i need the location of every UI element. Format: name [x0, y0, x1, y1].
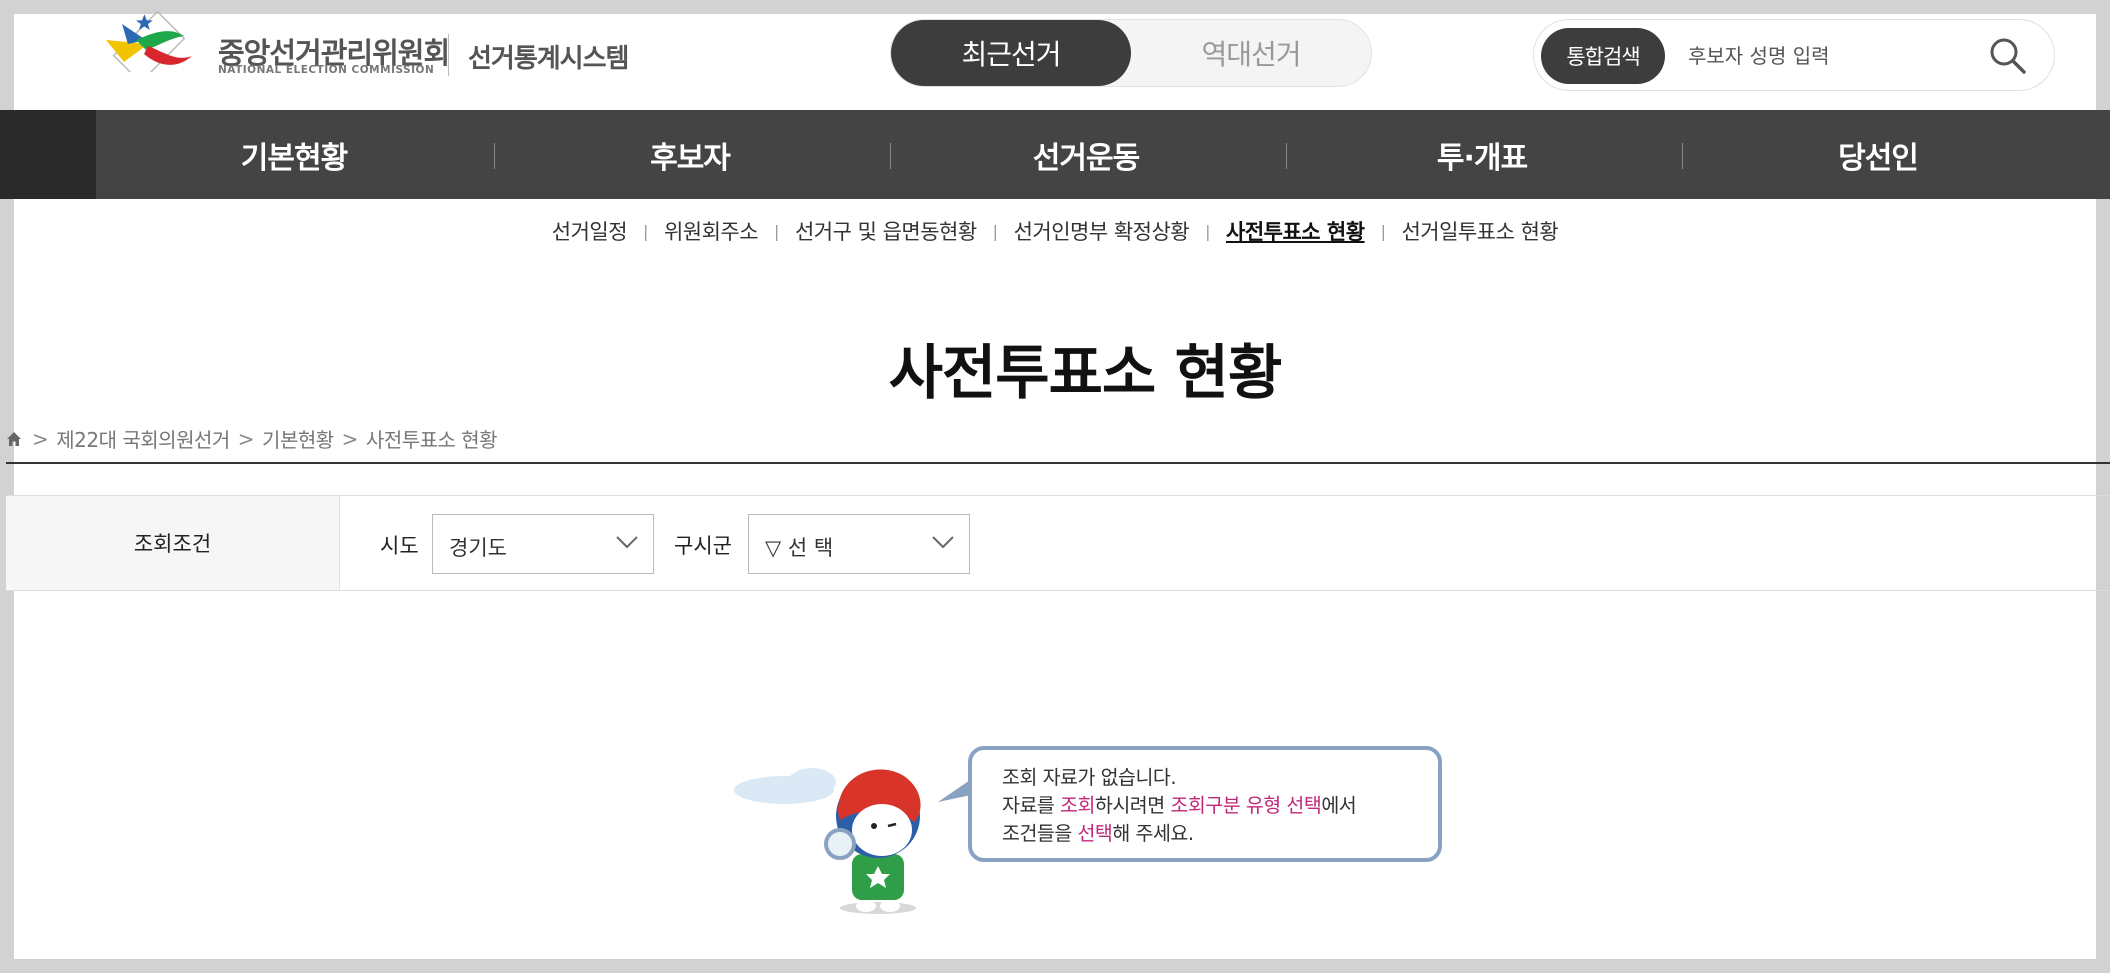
sido-select[interactable]: 경기도 — [432, 514, 654, 574]
submenu-separator: | — [1380, 221, 1386, 241]
org-name-en: NATIONAL ELECTION COMMISSION — [218, 64, 435, 76]
submenu-item-voter-registry[interactable]: 선거인명부 확정상황 — [1014, 216, 1190, 246]
election-period-toggle: 최근선거 역대선거 — [890, 19, 1372, 87]
message-text: 조건들을 — [1002, 822, 1078, 845]
search-conditions: 조회조건 시도 경기도 구시군 ▽ 선 택 — [6, 495, 2110, 591]
sido-selected-value: 경기도 — [449, 536, 507, 560]
message-highlight: 조회구분 유형 선택 — [1170, 794, 1322, 817]
page-title: 사전투표소 현황 — [888, 338, 1283, 407]
nav-item-basic-status[interactable]: 기본현황 — [96, 110, 492, 199]
nav-item-voting-counting[interactable]: 투·개표 — [1284, 110, 1680, 199]
message-highlight: 선택 — [1077, 822, 1113, 845]
home-icon[interactable] — [6, 431, 22, 447]
breadcrumb-current-page: 사전투표소 현황 — [365, 428, 498, 452]
nav-item-winners[interactable]: 당선인 — [1680, 110, 2076, 199]
breadcrumb: > 제22대 국회의원선거 > 기본현황 > 사전투표소 현황 — [6, 424, 498, 453]
submenu-item-early-voting-stations[interactable]: 사전투표소 현황 — [1226, 216, 1365, 246]
message-text: 해 주세요. — [1112, 822, 1194, 845]
empty-message-line2: 자료를 조회하시려면 조회구분 유형 선택에서 — [1002, 792, 1357, 820]
submenu-separator: | — [992, 221, 998, 241]
nec-emblem-icon — [106, 10, 192, 84]
sigungu-select[interactable]: ▽ 선 택 — [748, 514, 970, 574]
submenu-separator: | — [774, 221, 779, 241]
submenu-item-districts[interactable]: 선거구 및 읍면동현황 — [795, 216, 977, 246]
submenu-item-election-day-stations[interactable]: 선거일투표소 현황 — [1401, 216, 1558, 246]
empty-result-message: 조회 자료가 없습니다. 자료를 조회하시려면 조회구분 유형 선택에서 조건들… — [968, 746, 1442, 862]
search-icon[interactable] — [1986, 34, 2030, 78]
message-text: 하시려면 — [1094, 794, 1171, 817]
sub-navigation: 선거일정 | 위원회주소 | 선거구 및 읍면동현황 | 선거인명부 확정상황 … — [0, 214, 2110, 248]
integrated-search-label[interactable]: 통합검색 — [1541, 28, 1665, 84]
past-election-button[interactable]: 역대선거 — [1131, 20, 1371, 86]
logo-divider — [448, 34, 449, 76]
empty-message-line1: 조회 자료가 없습니다. — [1002, 766, 1177, 789]
sigungu-selected-value: ▽ 선 택 — [765, 536, 834, 560]
title-divider — [6, 462, 2110, 464]
chevron-down-icon — [932, 536, 954, 549]
main-navigation: 기본현황 후보자 선거운동 투·개표 당선인 — [0, 110, 2110, 199]
system-name[interactable]: 선거통계시스템 — [468, 38, 629, 75]
message-text: 자료를 — [1002, 794, 1061, 817]
breadcrumb-separator: > — [341, 426, 359, 451]
submenu-item-schedule[interactable]: 선거일정 — [552, 216, 628, 246]
candidate-search-input[interactable] — [1686, 38, 1980, 74]
nav-item-candidates[interactable]: 후보자 — [492, 110, 888, 199]
empty-message-line3: 조건들을 선택해 주세요. — [1002, 820, 1356, 848]
submenu-item-committee-address[interactable]: 위원회주소 — [664, 216, 759, 246]
submenu-separator: | — [643, 221, 648, 241]
nav-left-block — [0, 110, 96, 199]
breadcrumb-election[interactable]: 제22대 국회의원선거 — [56, 424, 230, 453]
nav-item-campaign[interactable]: 선거운동 — [888, 110, 1284, 199]
message-text: 에서 — [1321, 794, 1357, 817]
submenu-separator: | — [1205, 221, 1211, 241]
recent-election-button[interactable]: 최근선거 — [891, 20, 1131, 86]
sigungu-label: 구시군 — [674, 534, 732, 558]
sido-label: 시도 — [380, 534, 419, 558]
conditions-heading: 조회조건 — [6, 496, 340, 590]
breadcrumb-separator: > — [237, 426, 255, 451]
chevron-down-icon — [616, 536, 638, 549]
breadcrumb-separator: > — [32, 426, 49, 451]
integrated-search: 통합검색 — [1533, 19, 2055, 91]
breadcrumb-basic-status[interactable]: 기본현황 — [262, 424, 334, 453]
message-highlight: 조회 — [1060, 794, 1095, 817]
mascot-illustration — [734, 768, 921, 914]
